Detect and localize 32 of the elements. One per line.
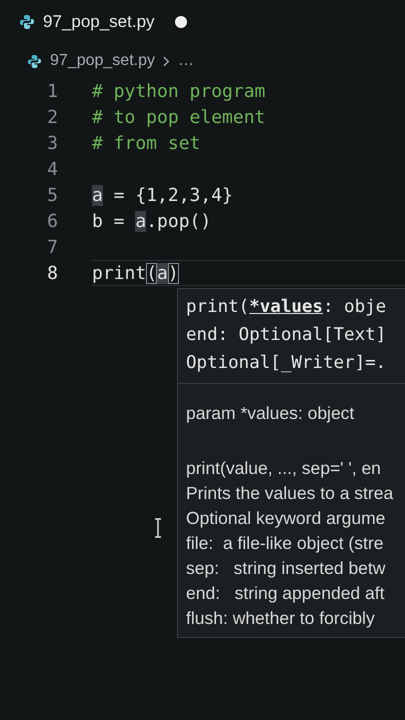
text-cursor-icon xyxy=(154,518,162,538)
tab-title[interactable]: 97_pop_set.py xyxy=(43,9,155,35)
doc-line: sep: string inserted betw xyxy=(186,557,386,580)
line-number: 5 xyxy=(46,184,59,208)
doc-line: end: string appended aft xyxy=(186,582,386,606)
code-line: # python program xyxy=(92,80,266,104)
code-line: print(a) xyxy=(92,262,179,286)
code-line: b = a.pop() xyxy=(92,210,212,234)
doc-line: print(value, ..., sep=' ', en xyxy=(186,457,382,480)
line-number: 1 xyxy=(46,80,59,104)
python-file-icon xyxy=(27,54,42,68)
line-number: 7 xyxy=(46,236,59,260)
breadcrumb-ellipsis[interactable]: … xyxy=(178,49,194,73)
code-line: # from set xyxy=(92,132,200,156)
chevron-right-icon xyxy=(162,56,170,66)
breadcrumb-file[interactable]: 97_pop_set.py xyxy=(50,49,155,73)
doc-line: Optional keyword argume xyxy=(186,507,386,530)
parameter-info: param *values: object xyxy=(186,402,356,425)
signature-line: print(*values: obje xyxy=(186,296,388,319)
code-line: # to pop element xyxy=(92,106,266,130)
code-line: a = {1,2,3,4} xyxy=(92,184,233,208)
doc-line: file: a file-like object (stre xyxy=(186,532,384,556)
doc-line: flush: whether to forcibly xyxy=(186,607,376,630)
doc-line: Prints the values to a strea xyxy=(186,482,394,506)
line-number: 8 xyxy=(46,262,59,286)
line-number: 3 xyxy=(46,132,59,156)
python-file-icon xyxy=(19,14,35,30)
line-number: 2 xyxy=(46,106,59,130)
line-number: 6 xyxy=(46,210,59,234)
line-number: 4 xyxy=(46,158,59,182)
signature-line: Optional[_Writer]=. xyxy=(186,352,388,375)
signature-line: end: Optional[Text] xyxy=(186,324,388,347)
